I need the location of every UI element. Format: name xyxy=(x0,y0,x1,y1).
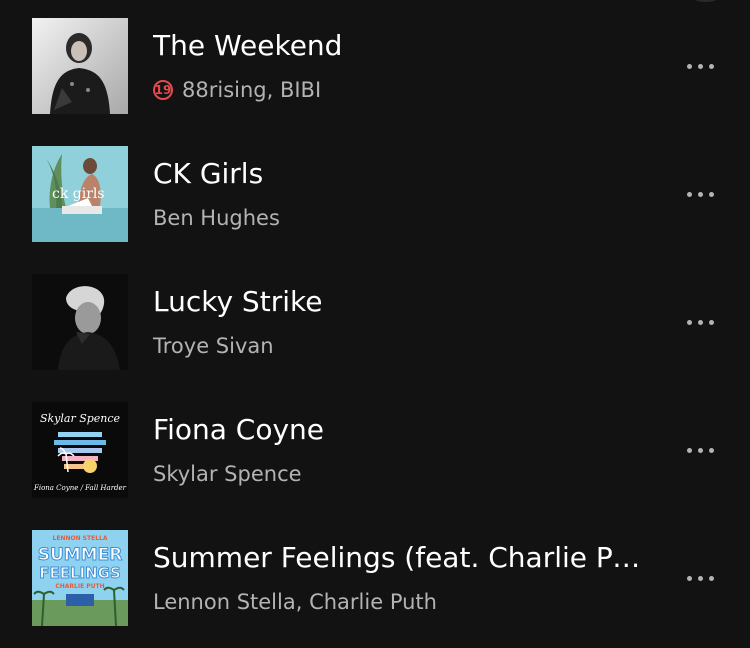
album-art-summer-feelings: LENNON STELLA SUMMER FEELINGS CHARLIE PU… xyxy=(32,530,128,626)
more-options-button[interactable] xyxy=(682,570,722,586)
more-horizontal-icon xyxy=(687,63,714,69)
album-art-text: ck girls xyxy=(52,186,105,202)
album-art-lucky-strike xyxy=(32,274,128,370)
track-row-ck-girls[interactable]: ck girls CK Girls Ben Hughes xyxy=(0,128,750,256)
age-rating-badge: 19 xyxy=(153,80,173,100)
track-row-the-weekend[interactable]: The Weekend 19 88rising, BIBI xyxy=(0,0,750,128)
more-options-button[interactable] xyxy=(682,314,722,330)
album-art-ck-girls: ck girls xyxy=(32,146,128,242)
more-options-button[interactable] xyxy=(682,442,722,458)
album-art-text: Fiona Coyne / Fall Harder xyxy=(33,484,127,492)
more-horizontal-icon xyxy=(687,319,714,325)
track-row-fiona-coyne[interactable]: Skylar Spence Fiona Coyne / Fall Harder … xyxy=(0,384,750,512)
track-artist: 88rising, BIBI xyxy=(182,78,322,102)
album-art-text: FEELINGS xyxy=(39,564,121,582)
track-row-summer-feelings[interactable]: LENNON STELLA SUMMER FEELINGS CHARLIE PU… xyxy=(0,512,750,640)
track-title: The Weekend xyxy=(153,29,343,62)
track-artist: Lennon Stella, Charlie Puth xyxy=(153,590,437,614)
track-title: Lucky Strike xyxy=(153,285,323,318)
more-options-button[interactable] xyxy=(682,186,722,202)
more-horizontal-icon xyxy=(687,575,714,581)
track-subtitle: Skylar Spence xyxy=(153,460,302,488)
track-subtitle: Troye Sivan xyxy=(153,332,274,360)
track-title: Summer Feelings (feat. Charlie Put… xyxy=(153,541,653,574)
track-artist: Skylar Spence xyxy=(153,462,302,486)
album-art-text: LENNON STELLA xyxy=(53,535,108,542)
track-artist: Troye Sivan xyxy=(153,334,274,358)
track-title: CK Girls xyxy=(153,157,264,190)
track-subtitle: Ben Hughes xyxy=(153,204,280,232)
track-subtitle: 19 88rising, BIBI xyxy=(153,76,321,104)
track-title: Fiona Coyne xyxy=(153,413,325,446)
track-subtitle: Lennon Stella, Charlie Puth xyxy=(153,588,437,616)
album-art-fiona-coyne: Skylar Spence Fiona Coyne / Fall Harder xyxy=(32,402,128,498)
album-art-text: SUMMER xyxy=(38,545,123,565)
track-row-lucky-strike[interactable]: Lucky Strike Troye Sivan xyxy=(0,256,750,384)
more-options-button[interactable] xyxy=(682,58,722,74)
album-art-the-weekend xyxy=(32,18,128,114)
more-horizontal-icon xyxy=(687,191,714,197)
track-list: The Weekend 19 88rising, BIBI ck girls C… xyxy=(0,0,750,648)
album-art-text: CHARLIE PUTH xyxy=(55,583,104,590)
track-artist: Ben Hughes xyxy=(153,206,280,230)
album-art-text: Skylar Spence xyxy=(40,412,121,425)
more-horizontal-icon xyxy=(687,447,714,453)
